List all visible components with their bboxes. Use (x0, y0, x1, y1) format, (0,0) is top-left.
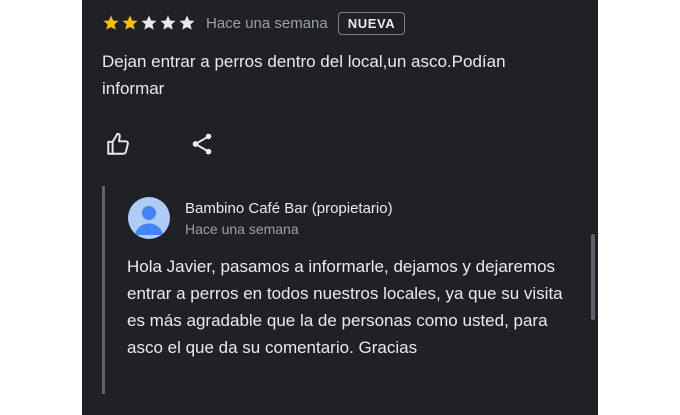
like-button[interactable] (102, 128, 134, 160)
star-empty-icon (160, 15, 176, 30)
review-actions (102, 128, 218, 160)
star-rating (102, 14, 196, 32)
review-text: Dejan entrar a perros dentro del local,u… (102, 52, 506, 98)
scrollbar-thumb[interactable] (591, 234, 595, 320)
thumb-up-icon (107, 132, 129, 155)
reply-time: Hace una semana (185, 221, 299, 237)
share-icon (192, 133, 212, 155)
owner-name[interactable]: Bambino Café Bar (propietario) (185, 200, 393, 217)
new-badge: NUEVA (337, 11, 406, 35)
share-button[interactable] (186, 128, 218, 160)
owner-reply: Bambino Café Bar (propietario) Hace una … (102, 186, 575, 394)
person-avatar-icon (128, 197, 170, 239)
star-empty-icon (179, 15, 195, 30)
review-meta: Hace una semana NUEVA (102, 9, 406, 37)
review-card: Hace una semana NUEVA Dejan entrar a per… (82, 0, 598, 415)
reply-text: Hola Javier, pasamos a informarle, dejam… (127, 257, 563, 357)
star-filled-icon (122, 15, 138, 30)
star-filled-icon (103, 15, 119, 30)
review-time: Hace una semana (206, 14, 328, 32)
star-empty-icon (141, 15, 157, 30)
